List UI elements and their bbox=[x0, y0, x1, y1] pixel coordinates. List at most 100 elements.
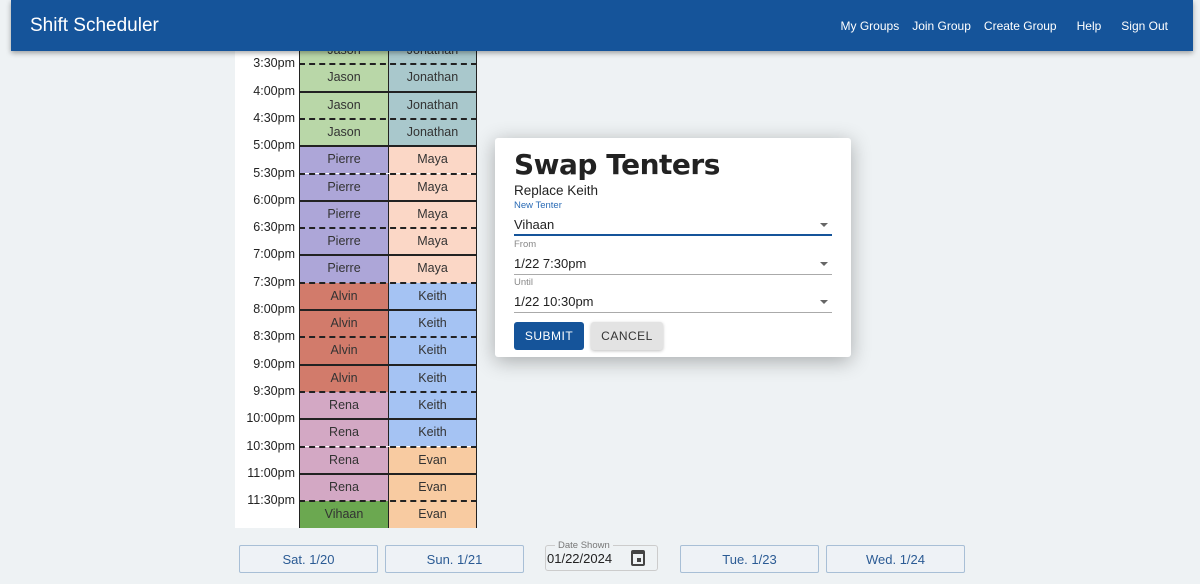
shift-cell[interactable]: Jonathan bbox=[388, 64, 477, 92]
new-tenter-label: New Tenter bbox=[514, 200, 562, 211]
shift-cell[interactable]: Jason bbox=[299, 91, 389, 119]
time-divider bbox=[299, 227, 477, 230]
submit-button[interactable]: SUBMIT bbox=[514, 322, 584, 350]
time-label: 10:00pm bbox=[246, 411, 295, 426]
time-label: 11:00pm bbox=[247, 465, 295, 480]
app-title: Shift Scheduler bbox=[30, 15, 159, 36]
time-label: 4:00pm bbox=[253, 83, 295, 98]
time-label: 7:00pm bbox=[253, 247, 295, 262]
time-label: 4:30pm bbox=[253, 110, 295, 125]
shift-cell[interactable]: Evan bbox=[388, 501, 477, 529]
time-label: 10:30pm bbox=[246, 438, 295, 453]
shift-cell[interactable]: Rena bbox=[299, 473, 389, 502]
schedule-grid: JasonJonathanJasonJonathanJasonJonathanJ… bbox=[235, 37, 477, 529]
time-divider bbox=[299, 172, 477, 175]
time-label: 6:00pm bbox=[253, 192, 295, 207]
prev-day-button[interactable]: Sun. 1/21 bbox=[385, 545, 524, 573]
time-divider bbox=[299, 254, 477, 257]
from-value: 1/22 7:30pm bbox=[514, 256, 587, 271]
time-label: 9:00pm bbox=[253, 356, 295, 371]
shift-cell[interactable]: Keith bbox=[388, 282, 477, 310]
time-divider bbox=[299, 117, 477, 120]
nav-sign-out[interactable]: Sign Out bbox=[1121, 19, 1168, 33]
shift-cell[interactable]: Alvin bbox=[299, 310, 389, 338]
shift-cell[interactable]: Maya bbox=[388, 173, 477, 201]
shift-cell[interactable]: Maya bbox=[388, 228, 477, 256]
swap-tenters-dialog: Swap Tenters Replace Keith New Tenter Vi… bbox=[495, 138, 851, 357]
time-divider bbox=[299, 63, 477, 66]
shift-cell[interactable]: Maya bbox=[388, 146, 477, 174]
app-header: Shift Scheduler My Groups Join Group Cre… bbox=[11, 0, 1193, 51]
time-label: 8:30pm bbox=[253, 329, 295, 344]
time-divider bbox=[299, 445, 477, 448]
nav-join-group[interactable]: Join Group bbox=[912, 19, 971, 33]
calendar-icon[interactable] bbox=[631, 550, 645, 566]
shift-cell[interactable]: Vihaan bbox=[299, 501, 389, 529]
time-divider bbox=[299, 418, 477, 421]
shift-cell[interactable]: Pierre bbox=[299, 228, 389, 256]
shift-cell[interactable]: Evan bbox=[388, 446, 477, 474]
nav-create-group[interactable]: Create Group bbox=[984, 19, 1057, 33]
from-select[interactable]: 1/22 7:30pm bbox=[514, 253, 832, 275]
shift-cell[interactable]: Alvin bbox=[299, 364, 389, 392]
nav-help[interactable]: Help bbox=[1077, 19, 1102, 33]
dropdown-arrow-icon bbox=[820, 300, 828, 304]
shift-cell[interactable]: Keith bbox=[388, 310, 477, 338]
time-label: 5:00pm bbox=[253, 138, 295, 153]
time-divider bbox=[299, 309, 477, 311]
time-label: 6:30pm bbox=[253, 220, 295, 235]
time-divider bbox=[299, 390, 477, 393]
time-label: 3:30pm bbox=[253, 56, 295, 71]
shift-cell[interactable]: Rena bbox=[299, 391, 389, 420]
time-divider bbox=[299, 336, 477, 339]
dropdown-arrow-icon bbox=[820, 223, 828, 227]
shift-cell[interactable]: Keith bbox=[388, 337, 477, 365]
next-day-button[interactable]: Tue. 1/23 bbox=[680, 545, 819, 573]
time-label: 11:30pm bbox=[247, 493, 295, 508]
time-divider bbox=[299, 472, 477, 475]
time-divider bbox=[299, 500, 477, 503]
shift-cell[interactable]: Jason bbox=[299, 118, 389, 147]
until-label: Until bbox=[514, 277, 534, 288]
time-divider bbox=[299, 199, 477, 202]
time-divider bbox=[299, 90, 477, 93]
prev-day-2-button[interactable]: Sat. 1/20 bbox=[239, 545, 378, 573]
shift-cell[interactable]: Jason bbox=[299, 64, 389, 92]
shift-cell[interactable]: Alvin bbox=[299, 282, 389, 310]
dialog-subtitle: Replace Keith bbox=[514, 183, 599, 198]
shift-cell[interactable]: Alvin bbox=[299, 337, 389, 365]
time-label: 5:30pm bbox=[253, 165, 295, 180]
shift-cell[interactable]: Keith bbox=[388, 391, 477, 420]
time-label: 9:30pm bbox=[253, 383, 295, 398]
shift-cell[interactable]: Evan bbox=[388, 473, 477, 502]
shift-cell[interactable]: Pierre bbox=[299, 146, 389, 174]
until-select[interactable]: 1/22 10:30pm bbox=[514, 291, 832, 313]
shift-cell[interactable]: Jonathan bbox=[388, 118, 477, 147]
nav-my-groups[interactable]: My Groups bbox=[841, 19, 900, 33]
date-shown-input[interactable]: Date Shown 01/22/2024 bbox=[545, 540, 658, 571]
dropdown-arrow-icon bbox=[820, 262, 828, 266]
shift-cell[interactable]: Rena bbox=[299, 419, 389, 447]
time-divider bbox=[299, 363, 477, 366]
dialog-title: Swap Tenters bbox=[514, 148, 720, 181]
shift-cell[interactable]: Maya bbox=[388, 255, 477, 283]
shift-cell[interactable]: Pierre bbox=[299, 255, 389, 283]
shift-cell[interactable]: Pierre bbox=[299, 200, 389, 229]
new-tenter-select[interactable]: Vihaan bbox=[514, 214, 832, 236]
shift-cell[interactable]: Rena bbox=[299, 446, 389, 474]
nav-menu: My Groups Join Group Create Group Help S… bbox=[841, 19, 1168, 33]
cancel-button[interactable]: CANCEL bbox=[591, 322, 663, 350]
shift-cell[interactable]: Keith bbox=[388, 419, 477, 447]
shift-cell[interactable]: Keith bbox=[388, 364, 477, 392]
until-value: 1/22 10:30pm bbox=[514, 294, 594, 309]
time-divider bbox=[299, 145, 477, 148]
next-day-2-button[interactable]: Wed. 1/24 bbox=[826, 545, 965, 573]
time-label: 8:00pm bbox=[253, 302, 295, 316]
date-shown-label: Date Shown bbox=[555, 540, 613, 551]
shift-cell[interactable]: Pierre bbox=[299, 173, 389, 201]
shift-cell[interactable]: Maya bbox=[388, 200, 477, 229]
from-label: From bbox=[514, 239, 537, 250]
time-label: 7:30pm bbox=[253, 274, 295, 289]
shift-cell[interactable]: Jonathan bbox=[388, 91, 477, 119]
time-divider bbox=[299, 281, 477, 284]
